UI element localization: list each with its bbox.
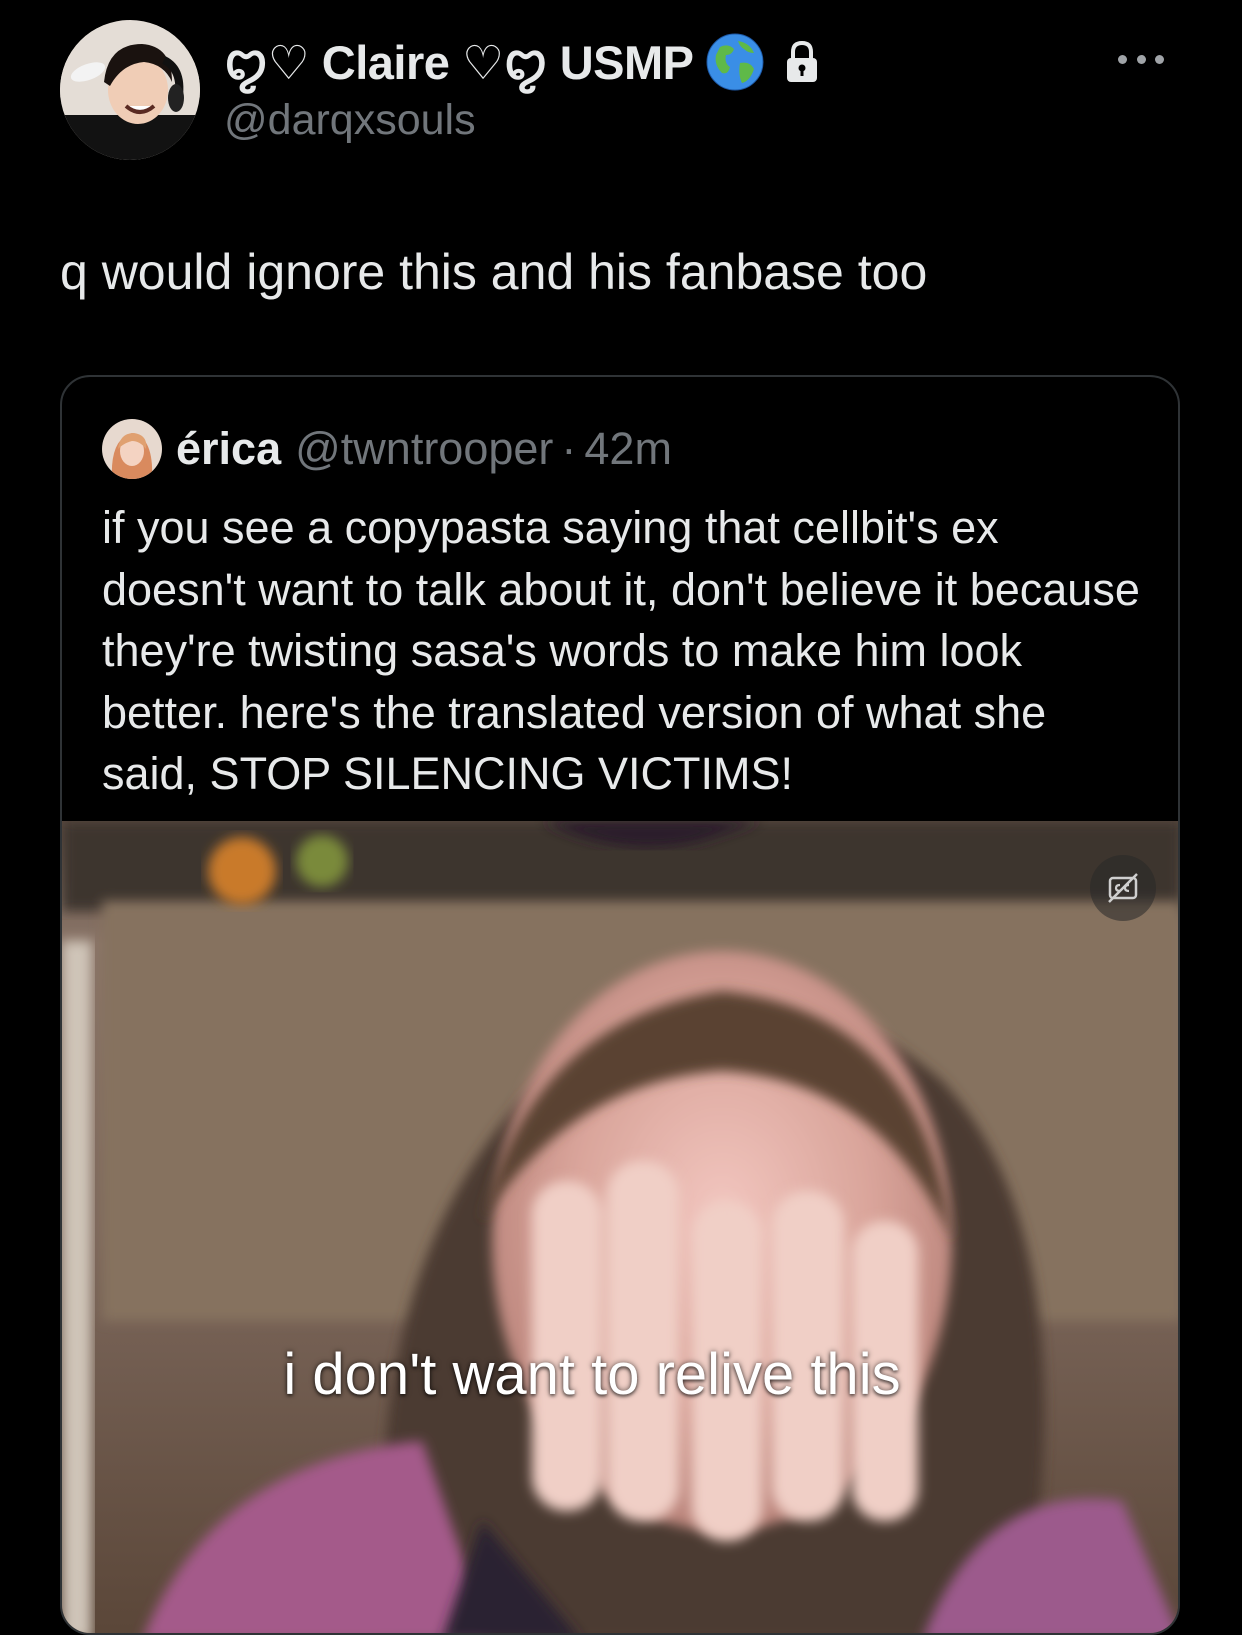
- dot: [1155, 54, 1164, 64]
- quoted-tweet[interactable]: érica @twntrooper · 42m if you see a cop…: [60, 375, 1180, 1635]
- closed-captions-off-icon: [1108, 873, 1138, 903]
- quoted-author-name[interactable]: érica: [176, 423, 281, 475]
- quoted-author-handle[interactable]: @twntrooper: [295, 423, 553, 475]
- lock-icon: [784, 40, 820, 84]
- avatar-image: [60, 20, 200, 160]
- quoted-video[interactable]: i don't want to relive this: [62, 821, 1178, 1633]
- video-subtitle: i don't want to relive this: [283, 1342, 901, 1407]
- author-display-name[interactable]: ꨄ︎♡ Claire ♡ꨄ︎ USMP: [224, 28, 694, 96]
- tweet: ꨄ︎♡ Claire ♡ꨄ︎ USMP @darqxsouls q would: [0, 0, 1242, 1635]
- more-options-icon[interactable]: [1118, 52, 1164, 66]
- quoted-avatar-image: [102, 419, 162, 479]
- author-handle[interactable]: @darqxsouls: [224, 96, 476, 145]
- quoted-timestamp[interactable]: 42m: [584, 423, 672, 475]
- dot: [1136, 54, 1146, 64]
- quoted-tweet-header: érica @twntrooper · 42m: [102, 417, 672, 481]
- quoted-author-avatar[interactable]: [102, 419, 162, 479]
- video-frame: [62, 821, 1178, 1633]
- author-name-row[interactable]: ꨄ︎♡ Claire ♡ꨄ︎ USMP: [224, 30, 820, 94]
- quoted-tweet-text: if you see a copypasta saying that cellb…: [102, 502, 1140, 799]
- dot: [1118, 54, 1127, 64]
- tweet-text: q would ignore this and his fanbase too: [60, 244, 928, 300]
- captions-button[interactable]: [1090, 855, 1156, 921]
- separator-dot: ·: [561, 423, 577, 474]
- globe-icon: [706, 33, 764, 91]
- author-avatar[interactable]: [60, 20, 200, 160]
